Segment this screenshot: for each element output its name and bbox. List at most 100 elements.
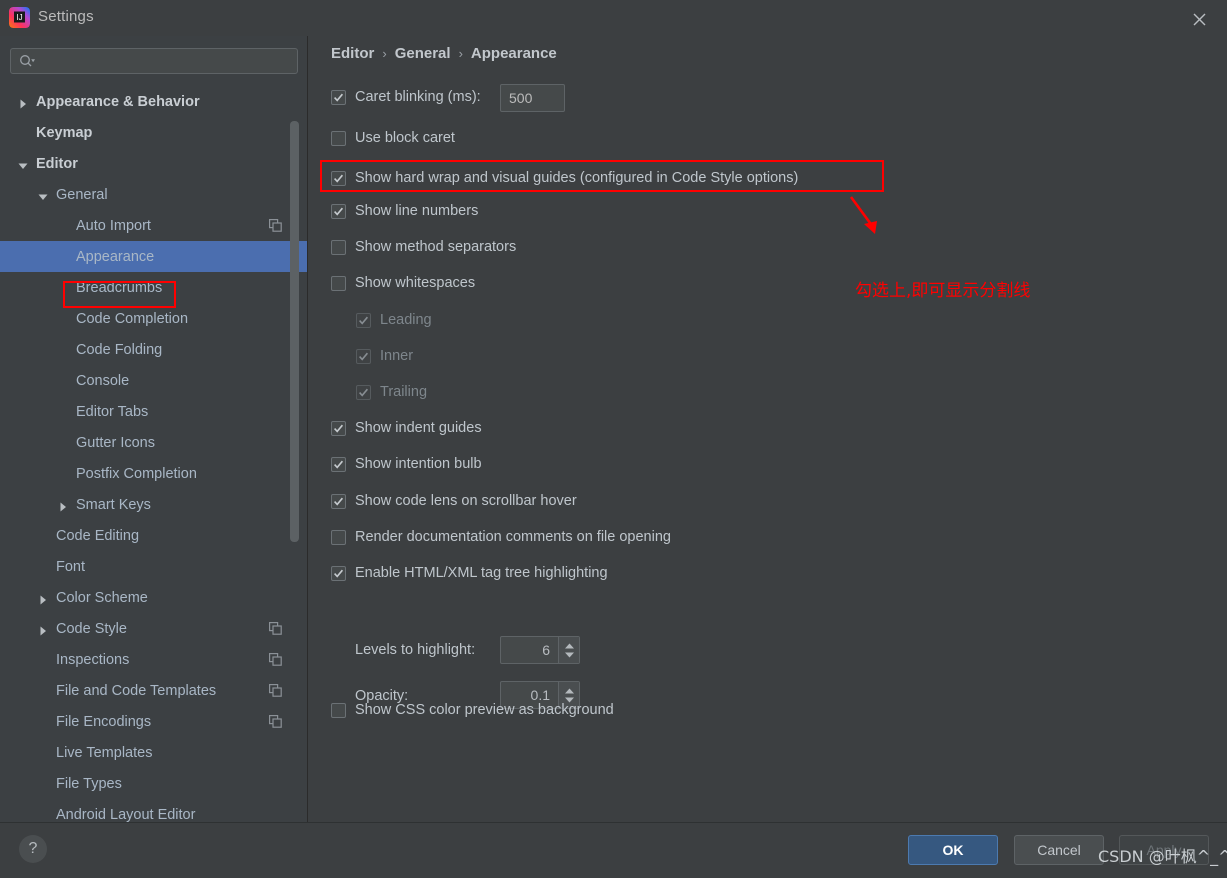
sidebar-item-label: Editor Tabs	[76, 403, 149, 420]
csdn-watermark: CSDN @叶枫^_^	[1098, 847, 1227, 866]
option-show-whitespaces[interactable]: Show whitespaces	[331, 275, 475, 291]
copy-icon[interactable]	[269, 622, 282, 639]
chevron-up-icon	[564, 688, 574, 693]
option-enable-html-xml[interactable]: Enable HTML/XML tag tree highlighting	[331, 565, 608, 581]
show-code-lens-label: Show code lens on scrollbar hover	[355, 493, 577, 509]
show-whitespaces-checkbox[interactable]	[331, 275, 346, 291]
option-show-code-lens[interactable]: Show code lens on scrollbar hover	[331, 493, 577, 509]
cancel-button[interactable]: Cancel	[1014, 835, 1104, 865]
show-intention-bulb-checkbox[interactable]	[331, 456, 346, 472]
chevron-down-icon[interactable]	[38, 190, 48, 200]
sidebar-item-console[interactable]: Console	[0, 365, 307, 396]
leading-label: Leading	[380, 312, 432, 328]
leading-checkbox[interactable]	[356, 312, 371, 328]
chevron-right-icon[interactable]	[38, 624, 48, 635]
show-line-numbers-checkbox[interactable]	[331, 203, 346, 219]
chevron-down-icon[interactable]	[18, 159, 28, 169]
sidebar-item-live-templates[interactable]: Live Templates	[0, 737, 307, 768]
option-show-line-numbers[interactable]: Show line numbers	[331, 203, 478, 219]
sidebar-item-breadcrumbs[interactable]: Breadcrumbs	[0, 272, 307, 303]
sidebar-item-label: File and Code Templates	[56, 682, 217, 699]
sidebar-item-label: General	[56, 186, 108, 203]
breadcrumb-editor[interactable]: Editor	[331, 45, 374, 62]
option-show-intention-bulb[interactable]: Show intention bulb	[331, 456, 482, 472]
sidebar-item-postfix-completion[interactable]: Postfix Completion	[0, 458, 307, 489]
sidebar-item-appearance[interactable]: Appearance	[0, 241, 307, 272]
settings-sidebar: Appearance & Behavior Keymap Editor General…	[0, 36, 308, 822]
sidebar-scrollbar-thumb[interactable]	[290, 121, 299, 542]
sidebar-item-label: Live Templates	[56, 744, 153, 761]
caret-blinking-input[interactable]: 500	[500, 84, 565, 112]
sidebar-item-code-editing[interactable]: Code Editing	[0, 520, 307, 551]
copy-icon[interactable]	[269, 219, 282, 236]
use-block-caret-checkbox[interactable]	[331, 130, 346, 146]
option-leading[interactable]: Leading	[356, 312, 432, 328]
sidebar-item-smart-keys[interactable]: Smart Keys	[0, 489, 307, 520]
sidebar-item-file-types[interactable]: File Types	[0, 768, 307, 799]
sidebar-item-color-scheme[interactable]: Color Scheme	[0, 582, 307, 613]
option-show-hard-wrap[interactable]: Show hard wrap and visual guides (config…	[331, 170, 798, 186]
breadcrumb: Editor › General › Appearance	[331, 45, 557, 62]
show-css-preview-checkbox[interactable]	[331, 702, 346, 718]
option-show-indent-guides[interactable]: Show indent guides	[331, 420, 482, 436]
copy-icon[interactable]	[269, 684, 282, 701]
sidebar-item-code-folding[interactable]: Code Folding	[0, 334, 307, 365]
copy-icon[interactable]	[269, 715, 282, 732]
help-button[interactable]: ?	[19, 835, 47, 863]
sidebar-item-file-encodings[interactable]: File Encodings	[0, 706, 307, 737]
sidebar-item-label: Smart Keys	[76, 496, 151, 513]
sidebar-item-general[interactable]: General	[0, 179, 307, 210]
inner-label: Inner	[380, 348, 414, 364]
inner-checkbox[interactable]	[356, 348, 371, 364]
chevron-right-icon[interactable]	[18, 97, 28, 108]
breadcrumb-appearance: Appearance	[470, 45, 557, 62]
copy-icon[interactable]	[269, 653, 282, 670]
caret-blinking-checkbox[interactable]	[331, 89, 346, 105]
breadcrumb-general[interactable]: General	[395, 45, 451, 62]
sidebar-item-android-layout-editor[interactable]: Android Layout Editor	[0, 799, 307, 823]
enable-html-xml-checkbox[interactable]	[331, 565, 346, 581]
sidebar-item-label: Console	[76, 372, 130, 389]
option-show-method-separators[interactable]: Show method separators	[331, 239, 516, 255]
breadcrumb-separator-2: ›	[458, 46, 463, 61]
title-bar: IJ Settings	[0, 0, 1227, 36]
sidebar-scrollbar-track[interactable]	[290, 84, 303, 822]
option-trailing[interactable]: Trailing	[356, 384, 427, 400]
sidebar-item-inspections[interactable]: Inspections	[0, 644, 307, 675]
search-input[interactable]	[36, 53, 297, 69]
sidebar-item-font[interactable]: Font	[0, 551, 307, 582]
levels-to-highlight-value: 6	[542, 642, 550, 658]
show-whitespaces-label: Show whitespaces	[355, 275, 476, 291]
sidebar-item-keymap[interactable]: Keymap	[0, 117, 307, 148]
show-method-separators-checkbox[interactable]	[331, 239, 346, 255]
enable-html-xml-label: Enable HTML/XML tag tree highlighting	[355, 565, 608, 581]
option-inner[interactable]: Inner	[356, 348, 413, 364]
sidebar-item-auto-import[interactable]: Auto Import	[0, 210, 307, 241]
show-intention-bulb-label: Show intention bulb	[355, 456, 482, 472]
sidebar-item-code-style[interactable]: Code Style	[0, 613, 307, 644]
sidebar-item-appearance-behavior[interactable]: Appearance & Behavior	[0, 86, 307, 117]
sidebar-item-file-and-code-templates[interactable]: File and Code Templates	[0, 675, 307, 706]
sidebar-item-code-completion[interactable]: Code Completion	[0, 303, 307, 334]
sidebar-item-gutter-icons[interactable]: Gutter Icons	[0, 427, 307, 458]
levels-to-highlight-spinner[interactable]: 6	[500, 636, 580, 664]
option-render-doc-comments[interactable]: Render documentation comments on file op…	[331, 529, 671, 545]
sidebar-item-label: File Encodings	[56, 713, 152, 730]
close-icon[interactable]	[1183, 5, 1215, 33]
levels-spinner-buttons[interactable]	[558, 637, 579, 663]
render-doc-comments-checkbox[interactable]	[331, 529, 346, 545]
sidebar-item-editor-tabs[interactable]: Editor Tabs	[0, 396, 307, 427]
option-caret-blinking[interactable]: Caret blinking (ms):	[331, 89, 481, 105]
show-hard-wrap-checkbox[interactable]	[331, 170, 346, 186]
show-indent-guides-checkbox[interactable]	[331, 420, 346, 436]
search-box[interactable]	[10, 48, 298, 74]
sidebar-item-editor[interactable]: Editor	[0, 148, 307, 179]
trailing-checkbox[interactable]	[356, 384, 371, 400]
chevron-right-icon[interactable]	[58, 500, 68, 511]
option-use-block-caret[interactable]: Use block caret	[331, 130, 455, 146]
chevron-right-icon[interactable]	[38, 593, 48, 604]
ok-button[interactable]: OK	[908, 835, 998, 865]
sidebar-item-label: Appearance	[76, 248, 155, 265]
option-show-css-preview[interactable]: Show CSS color preview as background	[331, 702, 614, 718]
show-code-lens-checkbox[interactable]	[331, 493, 346, 509]
